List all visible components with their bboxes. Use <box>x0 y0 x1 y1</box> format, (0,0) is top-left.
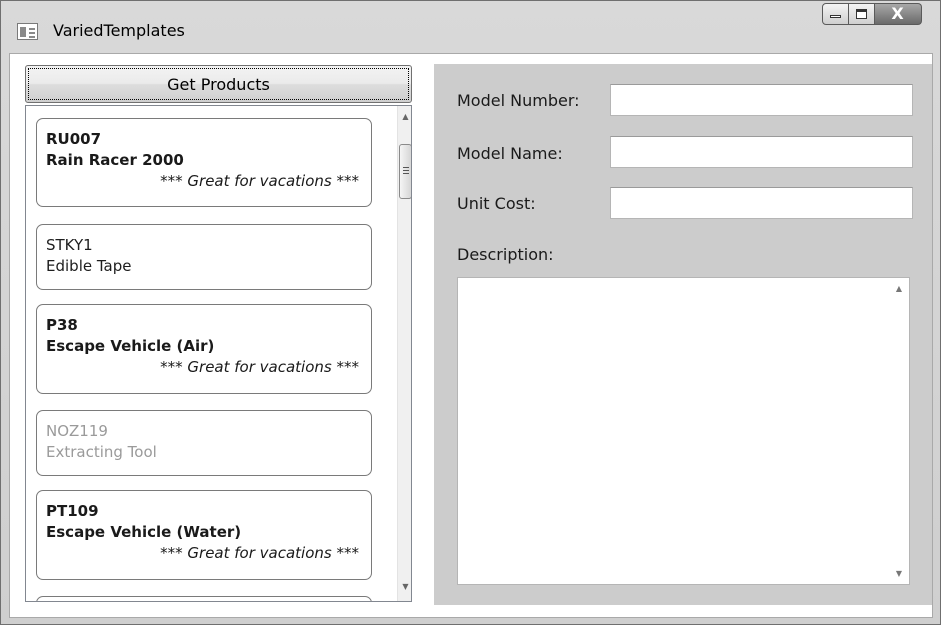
product-code: RU007 <box>46 130 102 148</box>
product-name: Rain Racer 2000 <box>46 151 184 169</box>
product-details-panel: Model Number: Model Name: Unit Cost: Des… <box>434 64 932 605</box>
title-bar[interactable]: VariedTemplates X <box>1 1 940 51</box>
scroll-down-icon[interactable]: ▼ <box>398 578 411 595</box>
close-icon: X <box>891 4 904 23</box>
app-window: VariedTemplates X Get Products RU007 Rai… <box>0 0 941 625</box>
products-list[interactable]: RU007 Rain Racer 2000 *** Great for vaca… <box>25 105 412 602</box>
scroll-thumb[interactable] <box>399 144 411 199</box>
maximize-button[interactable] <box>849 3 875 25</box>
model-name-field[interactable] <box>610 136 913 168</box>
product-tagline: *** Great for vacations *** <box>160 358 359 376</box>
list-item[interactable]: NOZ119 Extracting Tool <box>36 410 372 476</box>
close-button[interactable]: X <box>875 3 922 25</box>
product-tagline: *** Great for vacations *** <box>160 544 359 562</box>
scroll-up-icon[interactable]: ▲ <box>896 284 902 293</box>
minimize-button[interactable] <box>822 3 849 25</box>
description-field[interactable]: ▲ ▼ <box>457 277 910 585</box>
unit-cost-field[interactable] <box>610 187 913 219</box>
product-code: NOZ119 <box>46 422 108 440</box>
model-number-label: Model Number: <box>457 91 580 110</box>
list-item[interactable]: STKY1 Edible Tape <box>36 224 372 290</box>
list-item[interactable]: P38 Escape Vehicle (Air) *** Great for v… <box>36 304 372 394</box>
product-code: P38 <box>46 316 78 334</box>
product-name: Escape Vehicle (Air) <box>46 337 215 355</box>
scroll-up-icon[interactable]: ▲ <box>398 108 411 125</box>
model-name-label: Model Name: <box>457 144 563 163</box>
description-label: Description: <box>457 245 554 264</box>
scroll-down-icon[interactable]: ▼ <box>896 569 902 578</box>
list-scrollbar[interactable]: ▲ ▼ <box>397 106 411 601</box>
product-tagline: *** Great for vacations *** <box>160 172 359 190</box>
list-item[interactable]: RU007 Rain Racer 2000 *** Great for vaca… <box>36 118 372 207</box>
product-name: Edible Tape <box>46 257 132 275</box>
list-item[interactable] <box>36 596 372 601</box>
maximize-icon <box>856 9 867 19</box>
grip-icon <box>403 167 409 168</box>
get-products-button[interactable]: Get Products <box>25 65 412 103</box>
minimize-icon <box>830 15 841 18</box>
unit-cost-label: Unit Cost: <box>457 194 536 213</box>
product-name: Escape Vehicle (Water) <box>46 523 242 541</box>
product-code: PT109 <box>46 502 99 520</box>
product-name: Extracting Tool <box>46 443 157 461</box>
model-number-field[interactable] <box>610 84 913 116</box>
product-code: STKY1 <box>46 236 93 254</box>
caption-buttons: X <box>822 3 922 27</box>
list-item[interactable]: PT109 Escape Vehicle (Water) *** Great f… <box>36 490 372 580</box>
window-title: VariedTemplates <box>53 21 185 40</box>
app-window-icon[interactable] <box>17 23 38 40</box>
